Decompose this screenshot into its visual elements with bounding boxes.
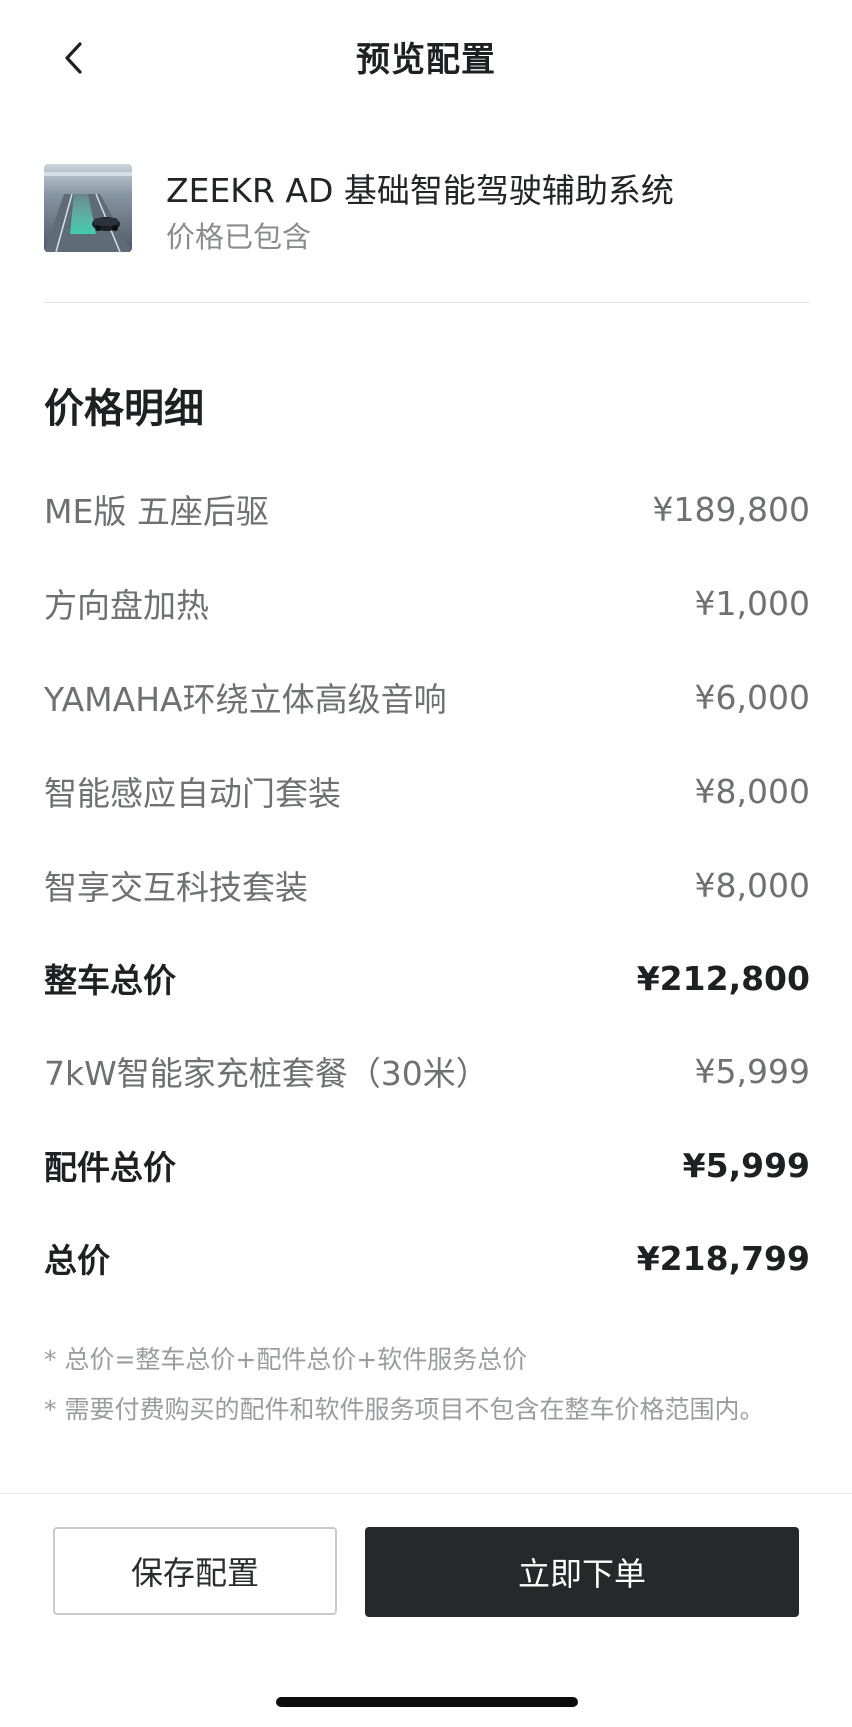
price-row: 智能感应自动门套装 ¥8,000 [44, 766, 810, 816]
included-feature: ZEEKR AD 基础智能驾驶辅助系统 价格已包含 [44, 164, 810, 254]
vehicle-total-row: 整车总价 ¥212,800 [44, 953, 810, 1003]
footnote: * 需要付费购买的配件和软件服务项目不包含在整车价格范围内。 [44, 1395, 765, 1424]
price-row-amount: ¥1,000 [694, 583, 810, 623]
price-row: 方向盘加热 ¥1,000 [44, 578, 810, 628]
accessory-amount: ¥5,999 [694, 1051, 810, 1091]
accessory-total-amount: ¥5,999 [682, 1145, 810, 1185]
save-config-button[interactable]: 保存配置 [53, 1527, 337, 1615]
price-row-label: ME版 五座后驱 [44, 492, 269, 531]
price-row: ME版 五座后驱 ¥189,800 [44, 484, 810, 534]
price-row-amount: ¥6,000 [694, 677, 810, 717]
section-title: 价格明细 [44, 386, 204, 432]
header: 预览配置 [0, 0, 852, 112]
order-now-button[interactable]: 立即下单 [365, 1527, 799, 1617]
vehicle-total-label: 整车总价 [44, 961, 176, 1000]
page-title: 预览配置 [356, 40, 496, 80]
price-row: YAMAHA环绕立体高级音响 ¥6,000 [44, 672, 810, 722]
price-row-label: YAMAHA环绕立体高级音响 [44, 680, 447, 719]
price-row-label: 方向盘加热 [44, 586, 209, 625]
accessory-label: 7kW智能家充桩套餐（30米） [44, 1054, 489, 1093]
price-row-amount: ¥189,800 [652, 489, 810, 529]
grand-total-amount: ¥218,799 [636, 1238, 810, 1278]
grand-total-row: 总价 ¥218,799 [44, 1233, 810, 1283]
home-indicator[interactable] [276, 1697, 578, 1707]
grand-total-label: 总价 [44, 1241, 110, 1280]
accessory-total-row: 配件总价 ¥5,999 [44, 1140, 810, 1190]
divider [44, 302, 810, 303]
price-row-label: 智享交互科技套装 [44, 868, 308, 907]
preview-config-page: 预览配置 ZEEKR AD 基础智能驾驶辅助系统 价格已包含 价格明细 ME版 … [0, 0, 852, 1727]
footnote: * 总价=整车总价+配件总价+软件服务总价 [44, 1345, 528, 1374]
price-row-amount: ¥8,000 [694, 771, 810, 811]
bottom-bar-divider [0, 1493, 852, 1494]
feature-subtitle: 价格已包含 [166, 220, 312, 254]
vehicle-total-amount: ¥212,800 [636, 958, 810, 998]
feature-thumbnail [44, 164, 132, 252]
accessory-row: 7kW智能家充桩套餐（30米） ¥5,999 [44, 1046, 810, 1096]
price-row-amount: ¥8,000 [694, 865, 810, 905]
price-row-label: 智能感应自动门套装 [44, 774, 341, 813]
feature-title: ZEEKR AD 基础智能驾驶辅助系统 [166, 171, 674, 210]
price-row: 智享交互科技套装 ¥8,000 [44, 860, 810, 910]
accessory-total-label: 配件总价 [44, 1148, 176, 1187]
